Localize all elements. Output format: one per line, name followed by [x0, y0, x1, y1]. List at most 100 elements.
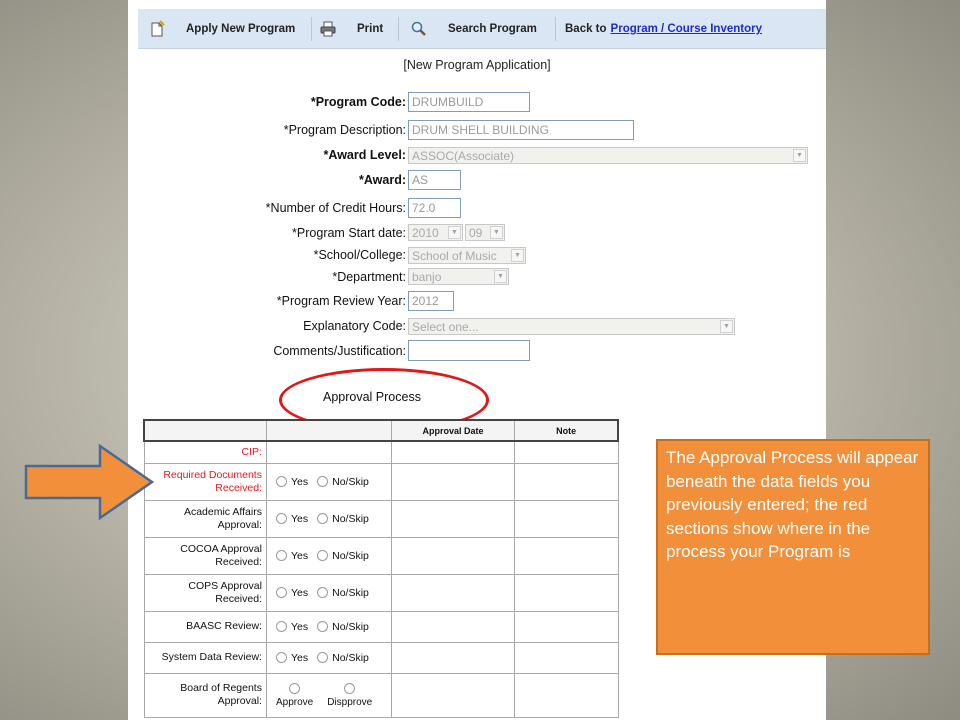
back-label: Back to [565, 23, 607, 35]
table-row: BAASC Review: Yes No/Skip [143, 610, 619, 643]
review-year-input[interactable]: 2012 [408, 291, 454, 311]
noskip-radio[interactable] [317, 512, 329, 524]
noskip-label: No/Skip [332, 512, 369, 525]
review-year-label: *Program Review Year: [276, 294, 406, 308]
options-cell: Yes No/Skip [265, 462, 392, 501]
start-year-value: 2010 [412, 226, 439, 240]
options-cell: Yes No/Skip [265, 610, 392, 643]
options-cell: Yes No/Skip [265, 573, 392, 612]
start-year-select[interactable]: 2010 ▼ [408, 224, 463, 241]
disapprove-label: Dispprove [327, 696, 373, 708]
table-row: System Data Review: Yes No/Skip [143, 641, 619, 674]
program-code-label: *Program Code: [310, 95, 406, 109]
step-label: Board of Regents Approval: [143, 672, 267, 718]
program-description-label: *Program Description: [283, 123, 406, 137]
step-label: COPS Approval Received: [143, 573, 267, 612]
credit-hours-input[interactable]: 72.0 [408, 198, 461, 218]
school-select[interactable]: School of Music ▼ [408, 247, 526, 264]
yes-radio[interactable] [275, 475, 287, 487]
note-cell [514, 641, 619, 674]
toolbar-divider [311, 17, 312, 41]
start-month-select[interactable]: 09 ▼ [465, 224, 505, 241]
explanatory-code-value: Select one... [412, 320, 479, 334]
yes-radio[interactable] [275, 620, 287, 632]
options-cell: Yes No/Skip [265, 641, 392, 674]
chevron-down-icon: ▼ [490, 226, 503, 239]
program-description-input[interactable]: DRUM SHELL BUILDING [408, 120, 634, 140]
yes-radio[interactable] [275, 586, 287, 598]
search-program-button[interactable]: Search Program [410, 9, 537, 49]
chevron-down-icon: ▼ [720, 320, 733, 333]
step-label: BAASC Review: [143, 610, 267, 643]
table-row: Board of Regents Approval: Approve Disppr… [143, 672, 619, 718]
approval-date-cell [390, 672, 516, 718]
print-label: Print [357, 23, 384, 35]
approval-date-cell [390, 573, 516, 612]
approval-date-cell [390, 440, 516, 464]
noskip-label: No/Skip [332, 620, 369, 633]
start-month-value: 09 [469, 226, 483, 240]
department-select[interactable]: banjo ▼ [408, 268, 509, 285]
yes-label: Yes [290, 651, 309, 664]
printer-icon [320, 21, 336, 37]
approval-header-row: Approval Date Note [142, 419, 620, 442]
step-label: CIP: [143, 440, 267, 464]
yes-radio[interactable] [275, 512, 287, 524]
inventory-link[interactable]: Program / Course Inventory [611, 23, 762, 35]
explanatory-code-select[interactable]: Select one... ▼ [408, 318, 735, 335]
column-header [142, 419, 267, 442]
approve-label: Approve [275, 696, 314, 708]
noskip-radio[interactable] [317, 549, 329, 561]
chevron-down-icon: ▼ [494, 270, 507, 283]
note-cell [514, 536, 619, 575]
program-code-input[interactable]: DRUMBUILD [408, 92, 530, 112]
yes-label: Yes [290, 512, 309, 525]
yes-label: Yes [290, 620, 309, 633]
print-button[interactable]: Print [319, 9, 383, 49]
note-cell [514, 610, 619, 643]
column-header-note: Note [514, 419, 620, 442]
table-row: COPS Approval Received: Yes No/Skip [143, 573, 619, 612]
toolbar-divider [555, 17, 556, 41]
chevron-down-icon: ▼ [511, 249, 524, 262]
chevron-down-icon: ▼ [793, 149, 806, 162]
approval-date-cell [390, 462, 516, 501]
noskip-radio[interactable] [317, 586, 329, 598]
step-label: System Data Review: [143, 641, 267, 674]
noskip-radio[interactable] [317, 475, 329, 487]
yes-radio[interactable] [275, 549, 287, 561]
approve-option[interactable]: Approve [275, 682, 314, 708]
disapprove-radio[interactable] [344, 682, 356, 694]
chevron-down-icon: ▼ [448, 226, 461, 239]
award-label: *Award: [358, 173, 406, 187]
disapprove-option[interactable]: Dispprove [327, 682, 373, 708]
approval-date-cell [390, 610, 516, 643]
school-label: *School/College: [313, 248, 406, 262]
table-row: COCOA Approval Received: Yes No/Skip [143, 536, 619, 575]
options-cell: Yes No/Skip [265, 499, 392, 538]
note-cell [514, 462, 619, 501]
approval-date-cell [390, 641, 516, 674]
apply-new-program-button[interactable]: Apply New Program [148, 9, 295, 49]
award-level-label: *Award Level: [323, 148, 406, 162]
form-heading: [New Program Application] [403, 58, 551, 72]
approve-radio[interactable] [289, 682, 301, 694]
magnifier-icon [411, 21, 426, 36]
options-cell: Yes No/Skip [265, 536, 392, 575]
comments-input[interactable] [408, 340, 530, 361]
explanatory-code-label: Explanatory Code: [303, 319, 406, 333]
noskip-radio[interactable] [317, 651, 329, 663]
step-label: COCOA Approval Received: [143, 536, 267, 575]
noskip-label: No/Skip [332, 549, 369, 562]
step-label: Academic Affairs Approval: [143, 499, 267, 538]
approval-date-cell [390, 536, 516, 575]
yes-radio[interactable] [275, 651, 287, 663]
approval-date-cell [390, 499, 516, 538]
award-input[interactable]: AS [408, 170, 461, 190]
noskip-radio[interactable] [317, 620, 329, 632]
note-cell [514, 499, 619, 538]
noskip-label: No/Skip [332, 475, 369, 488]
award-level-select[interactable]: ASSOC(Associate) ▼ [408, 147, 808, 164]
options-cell: Approve Dispprove [265, 672, 392, 718]
options-cell [265, 440, 392, 464]
